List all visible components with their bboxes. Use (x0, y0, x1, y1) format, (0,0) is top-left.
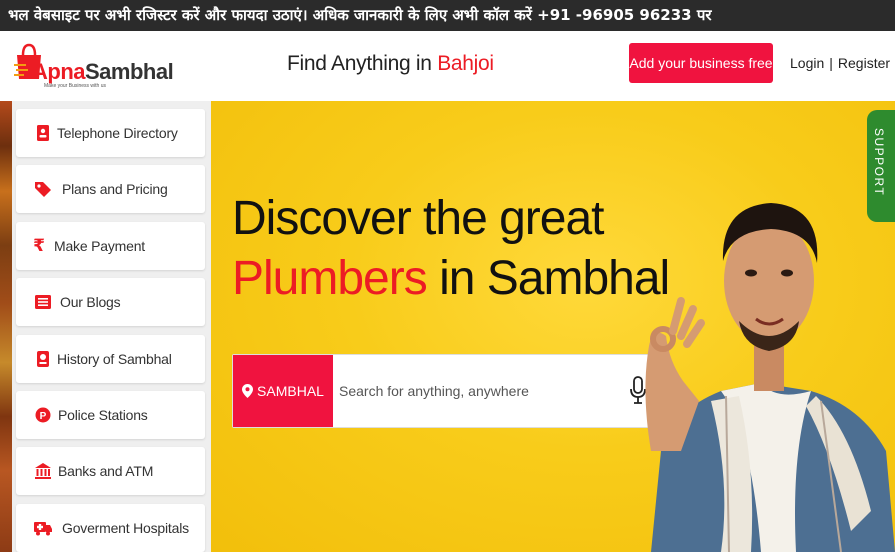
police-badge-icon: P (34, 406, 52, 424)
sidebar-item-label: Plans and Pricing (62, 181, 168, 197)
hero-person-image (645, 203, 895, 552)
hero-line-2: Plumbers in Sambhal (232, 249, 670, 309)
sidebar-item-label: Our Blogs (60, 294, 121, 310)
sidebar-item-government-hospitals[interactable]: Goverment Hospitals (16, 504, 205, 552)
tags-icon (34, 180, 52, 198)
search-box: SAMBHAL (232, 354, 660, 428)
list-icon (34, 293, 52, 311)
find-anything-heading: Find Anything in Bahjoi (287, 52, 494, 76)
sidebar-item-label: Make Payment (54, 238, 145, 254)
login-link[interactable]: Login (790, 55, 824, 71)
site-header: ApnaSambhal Make your Business with us F… (0, 31, 895, 101)
sidebar-item-label: Police Stations (58, 407, 148, 423)
location-label: SAMBHAL (257, 383, 324, 399)
logo-tagline: Make your Business with us (44, 83, 106, 89)
support-label: SUPPORT (872, 128, 886, 197)
rupee-icon: ₹ (33, 236, 45, 256)
sidebar-item-plans-pricing[interactable]: Plans and Pricing (16, 165, 205, 213)
logo[interactable]: ApnaSambhal Make your Business with us (10, 41, 174, 89)
logo-part-sambhal: Sambhal (85, 59, 174, 84)
sidebar-item-history[interactable]: History of Sambhal (16, 335, 205, 383)
search-input[interactable] (339, 373, 609, 409)
announcement-bar: भल वेबसाइट पर अभी रजिस्टर करें और फायदा … (0, 0, 895, 31)
hero-banner: Discover the great Plumbers in Sambhal S… (211, 101, 895, 552)
sidebar-item-label: Banks and ATM (58, 463, 154, 479)
auth-links: Login | Register (790, 55, 890, 71)
ambulance-icon (34, 519, 52, 537)
sidebar-item-label: History of Sambhal (57, 351, 172, 367)
location-selector-button[interactable]: SAMBHAL (233, 355, 333, 427)
bank-icon (34, 462, 52, 480)
food-background-strip (0, 101, 12, 552)
hero-headline: Discover the great Plumbers in Sambhal (232, 189, 670, 309)
phone-book-icon (34, 124, 52, 142)
hero-line-1: Discover the great (232, 192, 605, 245)
find-city-selector[interactable]: Bahjoi (437, 52, 494, 75)
register-link[interactable]: Register (838, 55, 890, 71)
sidebar-item-make-payment[interactable]: ₹ Make Payment (16, 222, 205, 270)
support-tab[interactable]: SUPPORT (867, 110, 895, 222)
map-pin-icon (242, 384, 254, 398)
sidebar-item-police-stations[interactable]: P Police Stations (16, 391, 205, 439)
auth-separator: | (829, 55, 833, 71)
add-business-button[interactable]: Add your business free (629, 43, 773, 83)
sidebar-item-label: Telephone Directory (57, 125, 178, 141)
logo-wordmark: ApnaSambhal (32, 59, 174, 85)
find-prefix: Find Anything in (287, 52, 432, 75)
svg-text:P: P (40, 411, 47, 422)
sidebar-item-banks-atm[interactable]: Banks and ATM (16, 447, 205, 495)
hero-highlight-category: Plumbers (232, 252, 428, 305)
sidebar-item-our-blogs[interactable]: Our Blogs (16, 278, 205, 326)
logo-part-apna: Apna (32, 59, 86, 84)
history-icon (34, 350, 52, 368)
sidebar-item-telephone-directory[interactable]: Telephone Directory (16, 109, 205, 157)
sidebar-item-label: Goverment Hospitals (62, 520, 189, 536)
